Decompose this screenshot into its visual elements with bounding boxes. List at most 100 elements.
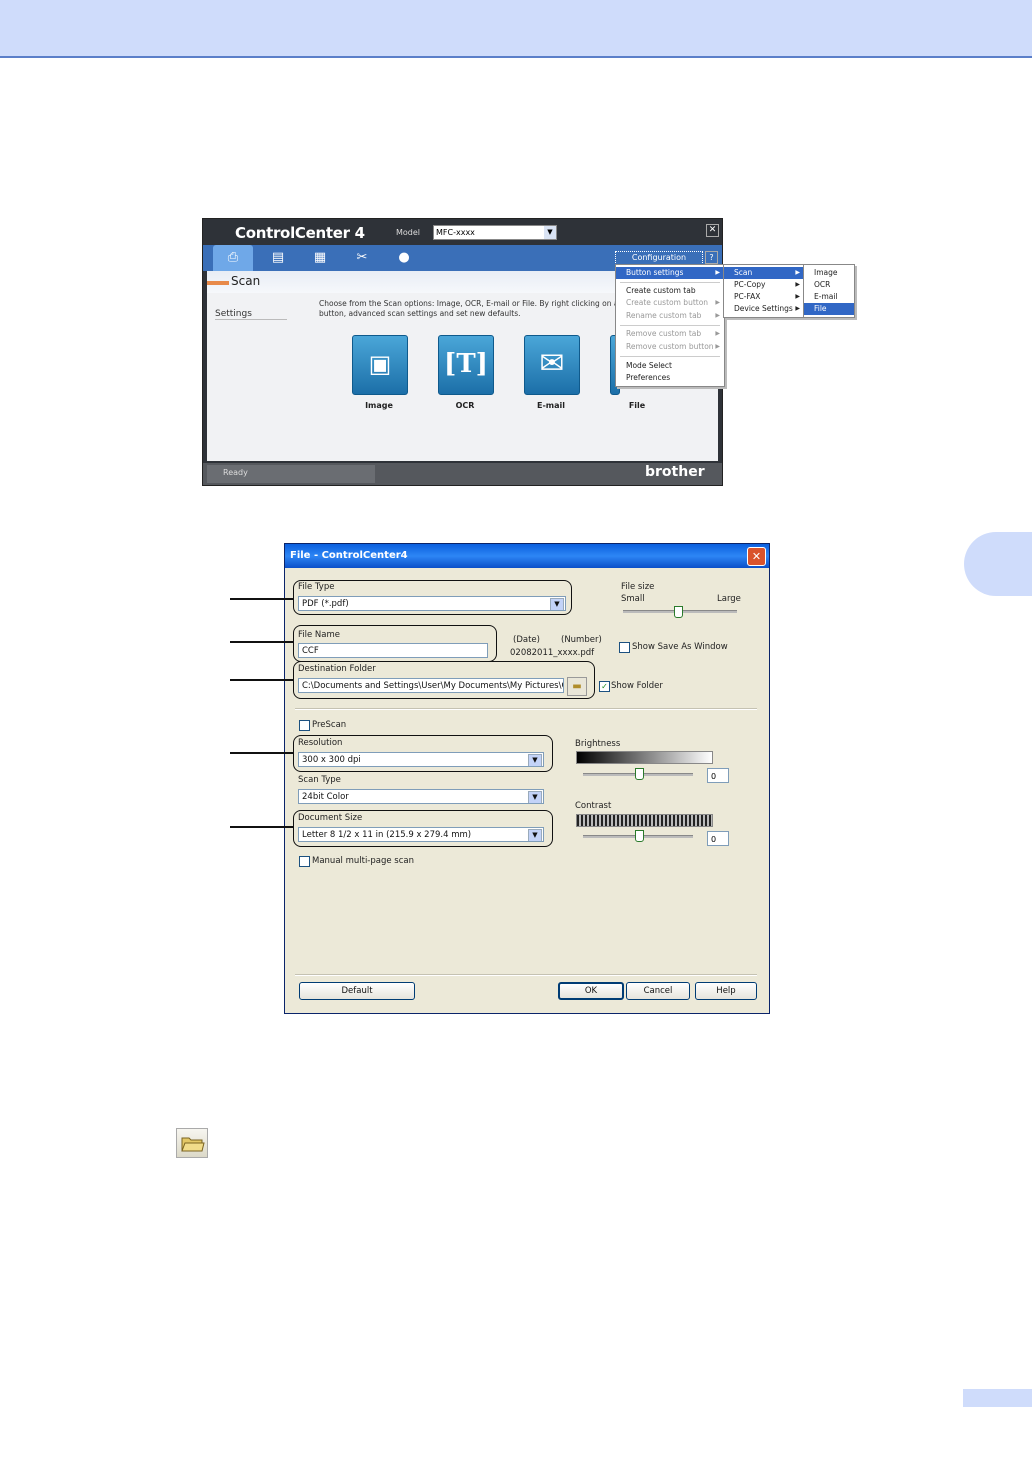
configuration-menu: Button settings ▶ Create custom tab Creat… [615, 264, 725, 387]
tools-icon: ✂ [356, 250, 368, 265]
tab-device-settings[interactable]: ✂ [342, 245, 382, 271]
folder-browse-illustration [176, 1128, 208, 1158]
picture-icon: ▣ [368, 350, 392, 378]
tab-scan[interactable]: ⎙ [213, 245, 253, 271]
menu-item-rename-custom-tab[interactable]: Rename custom tab ▶ [616, 310, 724, 322]
ok-button[interactable]: OK [558, 982, 624, 1000]
menu-item-file[interactable]: File [804, 303, 854, 315]
close-button[interactable]: ✕ [706, 224, 719, 237]
tab-pc-fax[interactable]: ▤ [258, 245, 298, 271]
section-divider [295, 708, 757, 710]
brightness-gradient [576, 751, 713, 764]
menu-divider [620, 356, 720, 357]
chevron-down-icon: ▼ [528, 791, 542, 803]
folder-icon [181, 1137, 205, 1152]
scan-type-select[interactable]: 24bit Color ▼ [298, 789, 544, 804]
contrast-slider-thumb[interactable] [635, 830, 644, 842]
submenu-arrow-icon: ▶ [715, 312, 720, 319]
default-button[interactable]: Default [299, 982, 415, 1000]
app-title: ControlCenter 4 [235, 224, 365, 242]
date-label: (Date) [513, 635, 540, 645]
menu-item-button-settings[interactable]: Button settings ▶ [616, 267, 724, 279]
brightness-label: Brightness [575, 739, 621, 749]
callout-line-3 [230, 679, 293, 681]
show-save-as-label: Show Save As Window [632, 642, 728, 652]
submenu-arrow-icon: ▶ [795, 281, 800, 288]
contrast-pattern [576, 814, 713, 827]
page-number-box [963, 1389, 1032, 1407]
button-divider [295, 974, 757, 976]
scan-heading: Scan [231, 274, 261, 288]
menu-item-mode-select[interactable]: Mode Select [616, 360, 724, 372]
manual-multipage-label: Manual multi-page scan [312, 856, 415, 866]
menu-item-device-settings[interactable]: Device Settings ▶ [724, 303, 804, 315]
file-size-small-label: Small [621, 594, 645, 604]
show-folder-label: Show Folder [611, 681, 663, 691]
callout-ring-document-size [293, 810, 553, 847]
chapter-tab [964, 532, 1032, 596]
menu-item-remove-custom-tab[interactable]: Remove custom tab ▶ [616, 328, 724, 340]
image-scan-button[interactable]: ▣ [352, 335, 408, 395]
callout-line-4 [230, 752, 293, 754]
callout-line-1 [230, 598, 293, 600]
callout-ring-resolution [293, 735, 553, 772]
cancel-button[interactable]: Cancel [626, 982, 690, 1000]
envelope-icon: ✉ [539, 346, 565, 381]
printer-icon: ▦ [313, 250, 327, 265]
manual-multipage-checkbox[interactable] [299, 856, 310, 867]
tab-support[interactable]: ● [384, 245, 424, 271]
chevron-down-icon: ▼ [544, 226, 556, 239]
menu-item-image[interactable]: Image [804, 267, 854, 279]
contrast-label: Contrast [575, 801, 612, 811]
submenu-arrow-icon: ▶ [795, 305, 800, 312]
show-save-as-checkbox[interactable] [619, 642, 630, 653]
person-icon: ● [398, 250, 410, 265]
callout-ring-file-name [293, 625, 497, 662]
menu-item-ocr[interactable]: OCR [804, 279, 854, 291]
prescan-checkbox[interactable] [299, 720, 310, 731]
ocr-button-label: OCR [455, 401, 475, 410]
tab-indicator [207, 281, 229, 285]
submenu-arrow-icon: ▶ [795, 293, 800, 300]
file-size-slider-thumb[interactable] [674, 606, 683, 618]
menu-item-pc-fax[interactable]: PC-FAX ▶ [724, 291, 804, 303]
email-scan-button[interactable]: ✉ [524, 335, 580, 395]
brightness-slider-thumb[interactable] [635, 768, 644, 780]
contrast-value[interactable]: 0 [707, 831, 729, 846]
page-header-band [0, 0, 1032, 58]
submenu-arrow-icon: ▶ [715, 269, 720, 276]
email-button-label: E-mail [536, 401, 565, 410]
submenu-arrow-icon: ▶ [795, 269, 800, 276]
dialog-close-button[interactable]: ✕ [747, 547, 766, 566]
callout-ring-file-type [293, 580, 572, 615]
configuration-button[interactable]: Configuration [615, 251, 703, 265]
tab-photo[interactable]: ▦ [300, 245, 340, 271]
file-button-label: File [628, 401, 646, 410]
help-dialog-button[interactable]: Help [695, 982, 757, 1000]
button-settings-menu: Scan ▶ PC-Copy ▶ PC-FAX ▶ Device Settings ▶ [723, 264, 805, 318]
file-settings-dialog: File - ControlCenter4 ✕ File Type PDF (*… [284, 543, 770, 1014]
status-text: Ready [223, 468, 248, 477]
submenu-arrow-icon: ▶ [715, 330, 720, 337]
scan-description: Choose from the Scan options: Image, OCR… [319, 299, 619, 318]
menu-divider [620, 325, 720, 326]
show-folder-checkbox[interactable]: ✓ [599, 681, 610, 692]
scan-type-label: Scan Type [298, 775, 341, 785]
file-size-label: File size [621, 582, 655, 592]
ocr-scan-button[interactable]: [T] [438, 335, 494, 395]
brightness-value[interactable]: 0 [707, 768, 729, 783]
number-label: (Number) [561, 635, 602, 645]
menu-item-create-custom-tab[interactable]: Create custom tab [616, 285, 724, 297]
model-select[interactable]: MFC-xxxx ▼ [433, 225, 557, 240]
scanner-icon: ⎙ [227, 250, 239, 265]
menu-item-pc-copy[interactable]: PC-Copy ▶ [724, 279, 804, 291]
menu-divider [620, 282, 720, 283]
menu-item-email[interactable]: E-mail [804, 291, 854, 303]
menu-item-remove-custom-button[interactable]: Remove custom button ▶ [616, 341, 724, 353]
document-icon: ▤ [271, 250, 285, 265]
help-button[interactable]: ? [705, 251, 718, 264]
menu-item-scan[interactable]: Scan ▶ [724, 267, 804, 279]
menu-item-create-custom-button[interactable]: Create custom button ▶ [616, 297, 724, 309]
submenu-arrow-icon: ▶ [715, 343, 720, 350]
menu-item-preferences[interactable]: Preferences [616, 372, 724, 384]
